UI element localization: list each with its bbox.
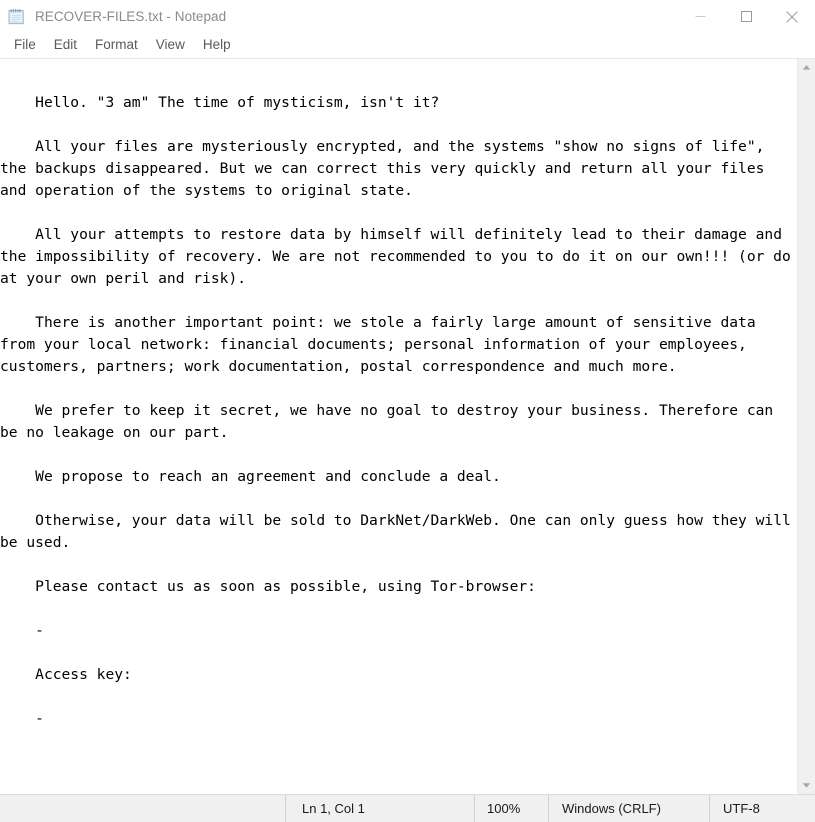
editor-area: Hello. "3 am" The time of mysticism, isn… [0, 59, 815, 794]
vertical-scrollbar[interactable] [797, 59, 815, 794]
scroll-up-button[interactable] [798, 59, 815, 76]
status-bar: Ln 1, Col 1 100% Windows (CRLF) UTF-8 [0, 794, 815, 822]
minimize-button[interactable] [677, 0, 723, 33]
text-editor[interactable]: Hello. "3 am" The time of mysticism, isn… [0, 59, 797, 794]
menu-item-view[interactable]: View [147, 36, 194, 55]
status-cursor-position: Ln 1, Col 1 [286, 795, 475, 822]
menu-item-help[interactable]: Help [194, 36, 240, 55]
notepad-window: RECOVER-FILES.txt - Notepad File Edit Fo… [0, 0, 815, 822]
scroll-down-icon [802, 783, 811, 788]
menu-item-edit[interactable]: Edit [45, 36, 86, 55]
title-bar-left: RECOVER-FILES.txt - Notepad [0, 7, 226, 26]
window-controls [677, 0, 815, 33]
menu-item-file[interactable]: File [5, 36, 45, 55]
status-zoom-level[interactable]: 100% [475, 795, 549, 822]
document-text[interactable]: Hello. "3 am" The time of mysticism, isn… [0, 59, 797, 730]
menu-item-format[interactable]: Format [86, 36, 147, 55]
menu-bar: File Edit Format View Help [0, 33, 815, 59]
status-encoding: UTF-8 [723, 801, 760, 816]
scroll-down-button[interactable] [798, 777, 815, 794]
window-title: RECOVER-FILES.txt - Notepad [35, 9, 227, 24]
minimize-icon [695, 16, 705, 17]
close-button[interactable] [769, 0, 815, 33]
scrollbar-track[interactable] [798, 76, 815, 777]
status-bar-spacer [0, 795, 286, 822]
status-line-ending: Windows (CRLF) [549, 795, 710, 822]
scroll-up-icon [802, 65, 811, 70]
maximize-button[interactable] [723, 0, 769, 33]
title-bar[interactable]: RECOVER-FILES.txt - Notepad [0, 0, 815, 33]
maximize-icon [740, 11, 752, 22]
notepad-icon [7, 7, 26, 26]
close-icon [786, 10, 798, 23]
